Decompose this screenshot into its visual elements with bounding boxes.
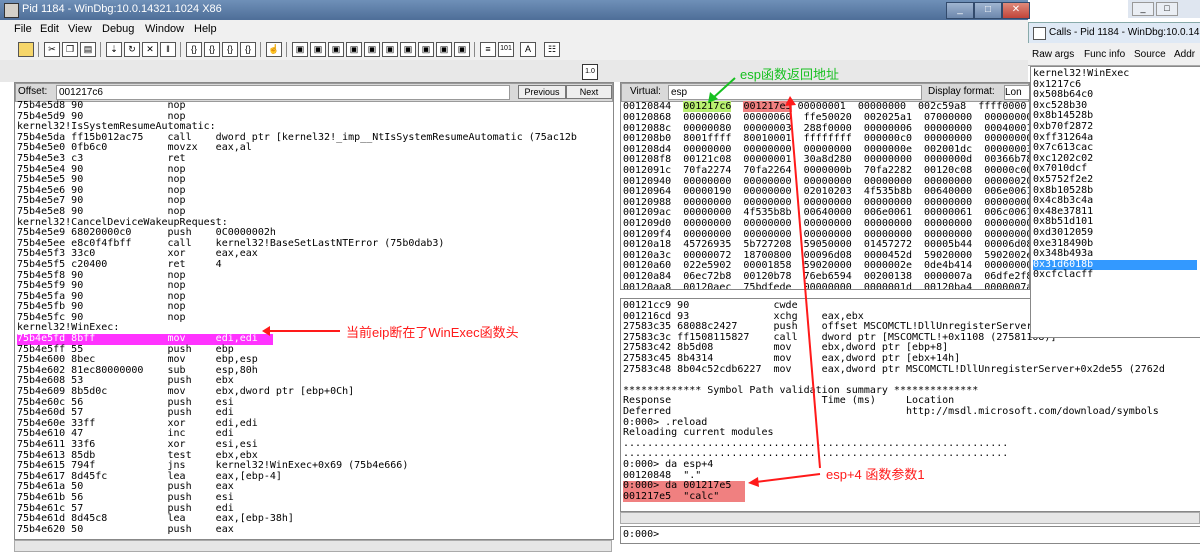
arg1-annotation: esp+4 函数参数1	[826, 467, 925, 482]
eip-annotation: 当前eip断在了WinExec函数头	[346, 325, 519, 340]
return-address-annotation: esp函数返回地址	[740, 67, 839, 82]
annotation-arrows	[262, 77, 821, 487]
